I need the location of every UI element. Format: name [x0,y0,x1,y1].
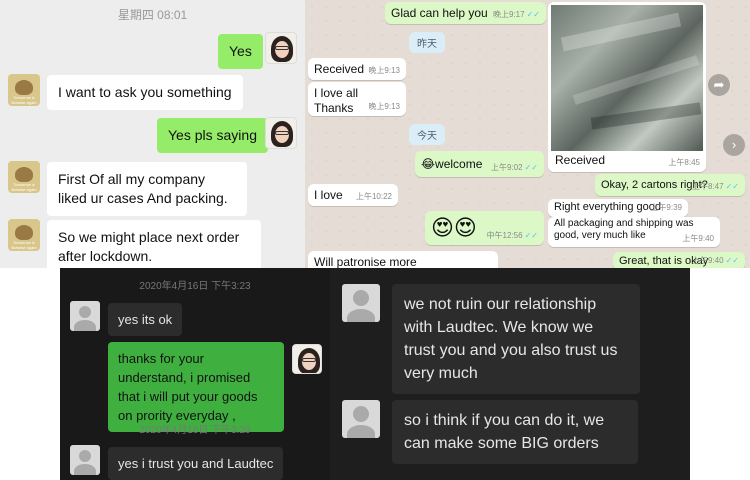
message-bubble[interactable]: Will patronise more [308,251,498,268]
message-time: 上午9:39 [650,203,682,212]
read-tick-icon: ✓✓ [725,182,739,191]
message-bubble[interactable]: First Of all my company liked ur cases A… [47,162,247,216]
wechat-chat-panel: 星期四 08:01 Yes Tomorrow is likewise again… [0,0,305,268]
message-bubble[interactable]: Right everything good 上午9:39 [548,199,688,217]
message-bubble[interactable]: Yes [218,34,263,69]
read-tick-icon: ✓✓ [725,256,739,265]
message-time: 晚上9:13 [368,102,400,111]
message-text: Received [314,62,365,76]
avatar[interactable] [342,284,380,322]
avatar[interactable] [70,301,100,331]
message-time: 晚上9:17 [493,10,525,19]
message-bubble[interactable]: Yes pls saying [157,118,268,153]
avatar[interactable]: Tomorrow is likewise again [8,161,40,193]
message-bubble[interactable]: yes its ok [108,303,183,336]
message-bubble[interactable]: I love all Thanks 晚上9:13 [308,82,406,116]
message-time: 上午10:22 [355,192,392,201]
read-tick-icon: ✓✓ [526,10,540,19]
image-message[interactable]: Received 上午8:45 [548,2,706,172]
avatar[interactable]: Tomorrow is likewise again [8,74,40,106]
avatar[interactable] [265,32,297,64]
avatar[interactable] [265,117,297,149]
message-bubble[interactable]: we not ruin our relationship with Laudte… [392,284,640,394]
message-bubble[interactable]: Great, that is okay 上午9:40 ✓✓ [613,252,745,268]
message-text: Received [555,153,606,167]
message-text: Will patronise more [314,255,417,268]
message-time: 上午9:40 [692,256,724,265]
whatsapp-chat-panel: Glad can help you 晚上9:17 ✓✓ 昨天 Received 晚… [305,0,750,268]
message-bubble[interactable]: Okay, 2 cartons right? 上午8:47 ✓✓ [595,174,745,196]
message-bubble[interactable]: I want to ask you something [47,75,243,110]
message-bubble[interactable]: Received 晚上9:13 [308,58,406,80]
emoji-icon: 😂 [421,157,436,171]
timestamp: 2020年4月16日 下午3:29 [139,425,251,436]
message-bubble[interactable]: yes i trust you and Laudtec [108,447,284,480]
message-time: 上午8:45 [668,158,700,167]
message-bubble[interactable]: So we might place next order after lockd… [47,220,261,268]
message-bubble[interactable]: 😂welcome 上午9:02 ✓✓ [415,151,544,177]
message-time: 晚上9:13 [368,66,400,75]
message-bubble[interactable]: so i think if you can do it, we can make… [392,400,638,464]
message-text: Glad can help you [391,6,488,20]
message-text: I love [314,188,343,202]
avatar[interactable]: Tomorrow is likewise again [8,219,40,251]
timestamp: 星期四 08:01 [117,8,188,22]
emoji-icon: 😍😍 [431,215,477,240]
timestamp: 2020年4月16日 下午3:23 [139,281,251,292]
message-time: 上午9:02 [491,163,523,172]
message-bubble[interactable]: Glad can help you 晚上9:17 ✓✓ [385,2,546,24]
message-bubble[interactable]: 😍😍 中午12:56 ✓✓ [425,211,544,245]
shipment-photo[interactable] [551,5,703,151]
wechat-dark-chat-panel-zoomed: we not ruin our relationship with Laudte… [330,268,690,480]
message-bubble[interactable]: I love 上午10:22 [308,184,398,206]
avatar[interactable] [70,445,100,475]
message-text: welcome [435,157,483,171]
message-bubble[interactable]: All packaging and shipping was good, ver… [548,217,720,247]
read-tick-icon: ✓✓ [524,231,538,240]
message-text: I love all Thanks [314,86,359,115]
read-tick-icon: ✓✓ [524,163,538,172]
message-bubble[interactable]: thanks for your understand, i promised t… [108,342,284,432]
message-text: Right everything good [554,201,662,213]
message-time: 上午9:40 [682,234,714,243]
forward-icon[interactable]: ➦ [708,74,730,96]
message-time: 中午12:56 [486,231,523,240]
avatar[interactable] [342,400,380,438]
avatar[interactable] [292,344,322,374]
wechat-dark-chat-panel: 2020年4月16日 下午3:23 yes its ok thanks for … [60,268,330,480]
date-chip: 今天 [409,124,445,145]
date-chip: 昨天 [409,32,445,53]
chevron-right-icon[interactable]: › [723,134,745,156]
message-time: 上午8:47 [692,182,724,191]
